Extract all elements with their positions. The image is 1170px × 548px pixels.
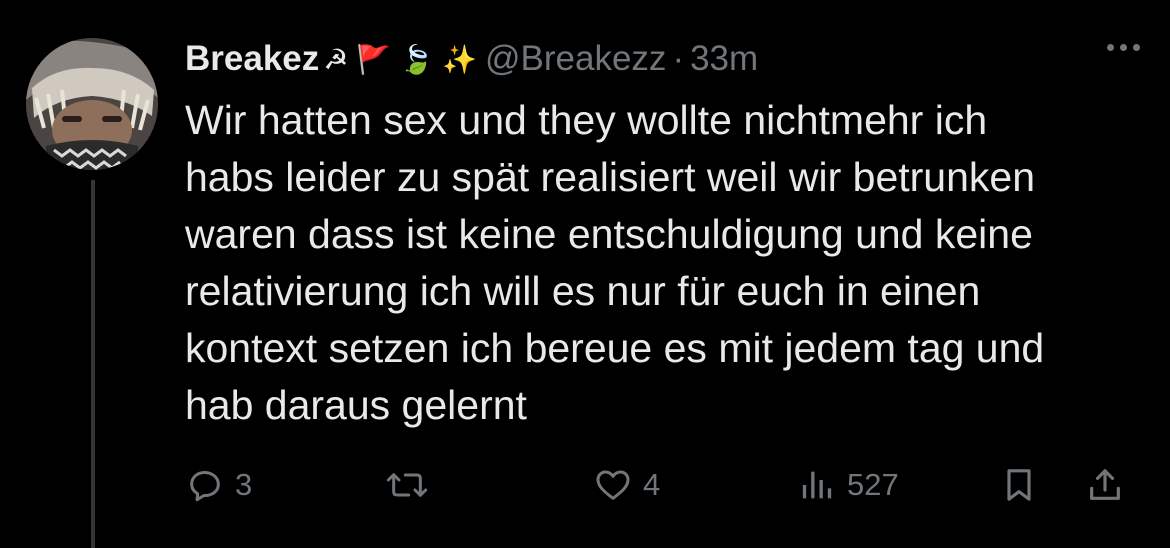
leaves-emoji: 🍃 [399,42,435,76]
tweet-text: Wir hatten sex und they wollte nichtmehr… [185,97,1045,428]
retweet-button[interactable] [385,458,439,512]
user-handle[interactable]: @Breakezz [485,39,666,79]
more-dots-icon[interactable] [1107,44,1140,51]
action-bar: 3 4 527 [185,458,1145,512]
bookmark-icon [1007,469,1031,501]
like-button[interactable]: 4 [593,458,660,512]
thread-line [91,180,95,548]
tweet-header: Breakez ☭ 🚩 🍃 ✨ @Breakezz · 33m [185,36,758,82]
avatar[interactable] [26,38,158,170]
heart-icon [596,470,630,500]
bookmark-button[interactable] [999,458,1039,512]
more-dot [1107,44,1114,51]
more-dot [1120,44,1127,51]
reply-button[interactable]: 3 [185,458,252,512]
views-button[interactable]: 527 [797,458,899,512]
hammer-sickle-emoji: ☭ [323,42,349,76]
name-emojis: ☭ 🚩 🍃 ✨ [323,43,485,76]
tweet[interactable]: Breakez ☭ 🚩 🍃 ✨ @Breakezz · 33m Wir hatt… [0,0,1170,548]
reply-bubble-icon [190,471,220,502]
retweet-arrows-icon [386,473,428,497]
sparkles-emoji: ✨ [442,42,477,76]
red-flag-emoji: 🚩 [356,42,392,76]
more-dot [1133,44,1140,51]
reply-count: 3 [235,467,253,502]
like-count: 4 [643,467,661,502]
display-name[interactable]: Breakez [185,39,319,79]
avatar-image [26,38,158,170]
separator-dot: · [672,39,685,78]
share-upload-icon [1090,469,1120,500]
analytics-bars-icon [802,471,832,499]
views-count: 527 [847,467,899,502]
timestamp[interactable]: 33m [690,39,758,79]
share-button[interactable] [1085,458,1125,512]
